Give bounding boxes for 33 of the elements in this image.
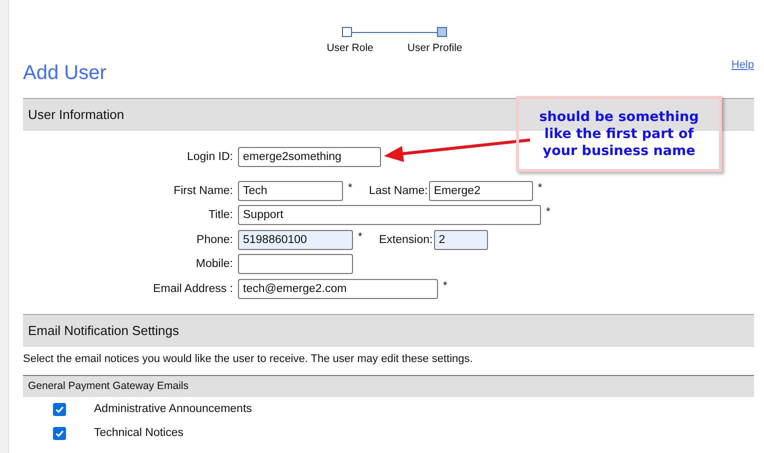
required-mark: * [442,280,448,292]
step-label: User Role [326,42,374,54]
checkbox-label: Administrative Announcements [94,403,252,415]
input-field[interactable]: emerge2something [238,147,381,168]
step-label: User Profile [407,42,462,54]
help-link[interactable]: Help [731,59,754,71]
input-field[interactable]: 5198860100 [238,230,353,250]
checkbox[interactable] [53,402,66,416]
input-field[interactable]: Emerge2 [428,180,533,201]
checkbox-label: Technical Notices [94,427,184,439]
input-field[interactable]: Support [238,205,541,226]
callout-note: should be something like the first part of your business name [516,96,722,172]
field-label: Login ID: [186,151,234,164]
required-mark: * [545,206,552,218]
subsection-header: General Payment Gateway Emails [23,375,754,397]
required-mark: * [536,182,544,194]
checkbox[interactable] [53,426,66,440]
input-field[interactable]: tech@emerge2.com [238,278,438,299]
required-mark: * [357,230,364,242]
page-title: Add User [23,62,106,85]
section-header: Email Notification Settings [23,314,754,347]
field-label: Mobile: [194,258,234,270]
field-label: First Name: [172,184,234,197]
field-label: Title: [208,209,234,222]
field-label: Phone: [196,234,234,246]
description-text: Select the email notices you would like the user to receive. The user may edit these settings. [23,353,474,367]
required-mark: * [347,182,354,194]
input-field[interactable]: Tech [238,180,343,201]
input-field[interactable] [238,254,353,274]
input-field[interactable]: 2 [434,230,488,250]
field-label: Extension: [378,234,434,246]
field-label: Email Address : [152,282,234,295]
field-label: Last Name: [368,184,429,197]
